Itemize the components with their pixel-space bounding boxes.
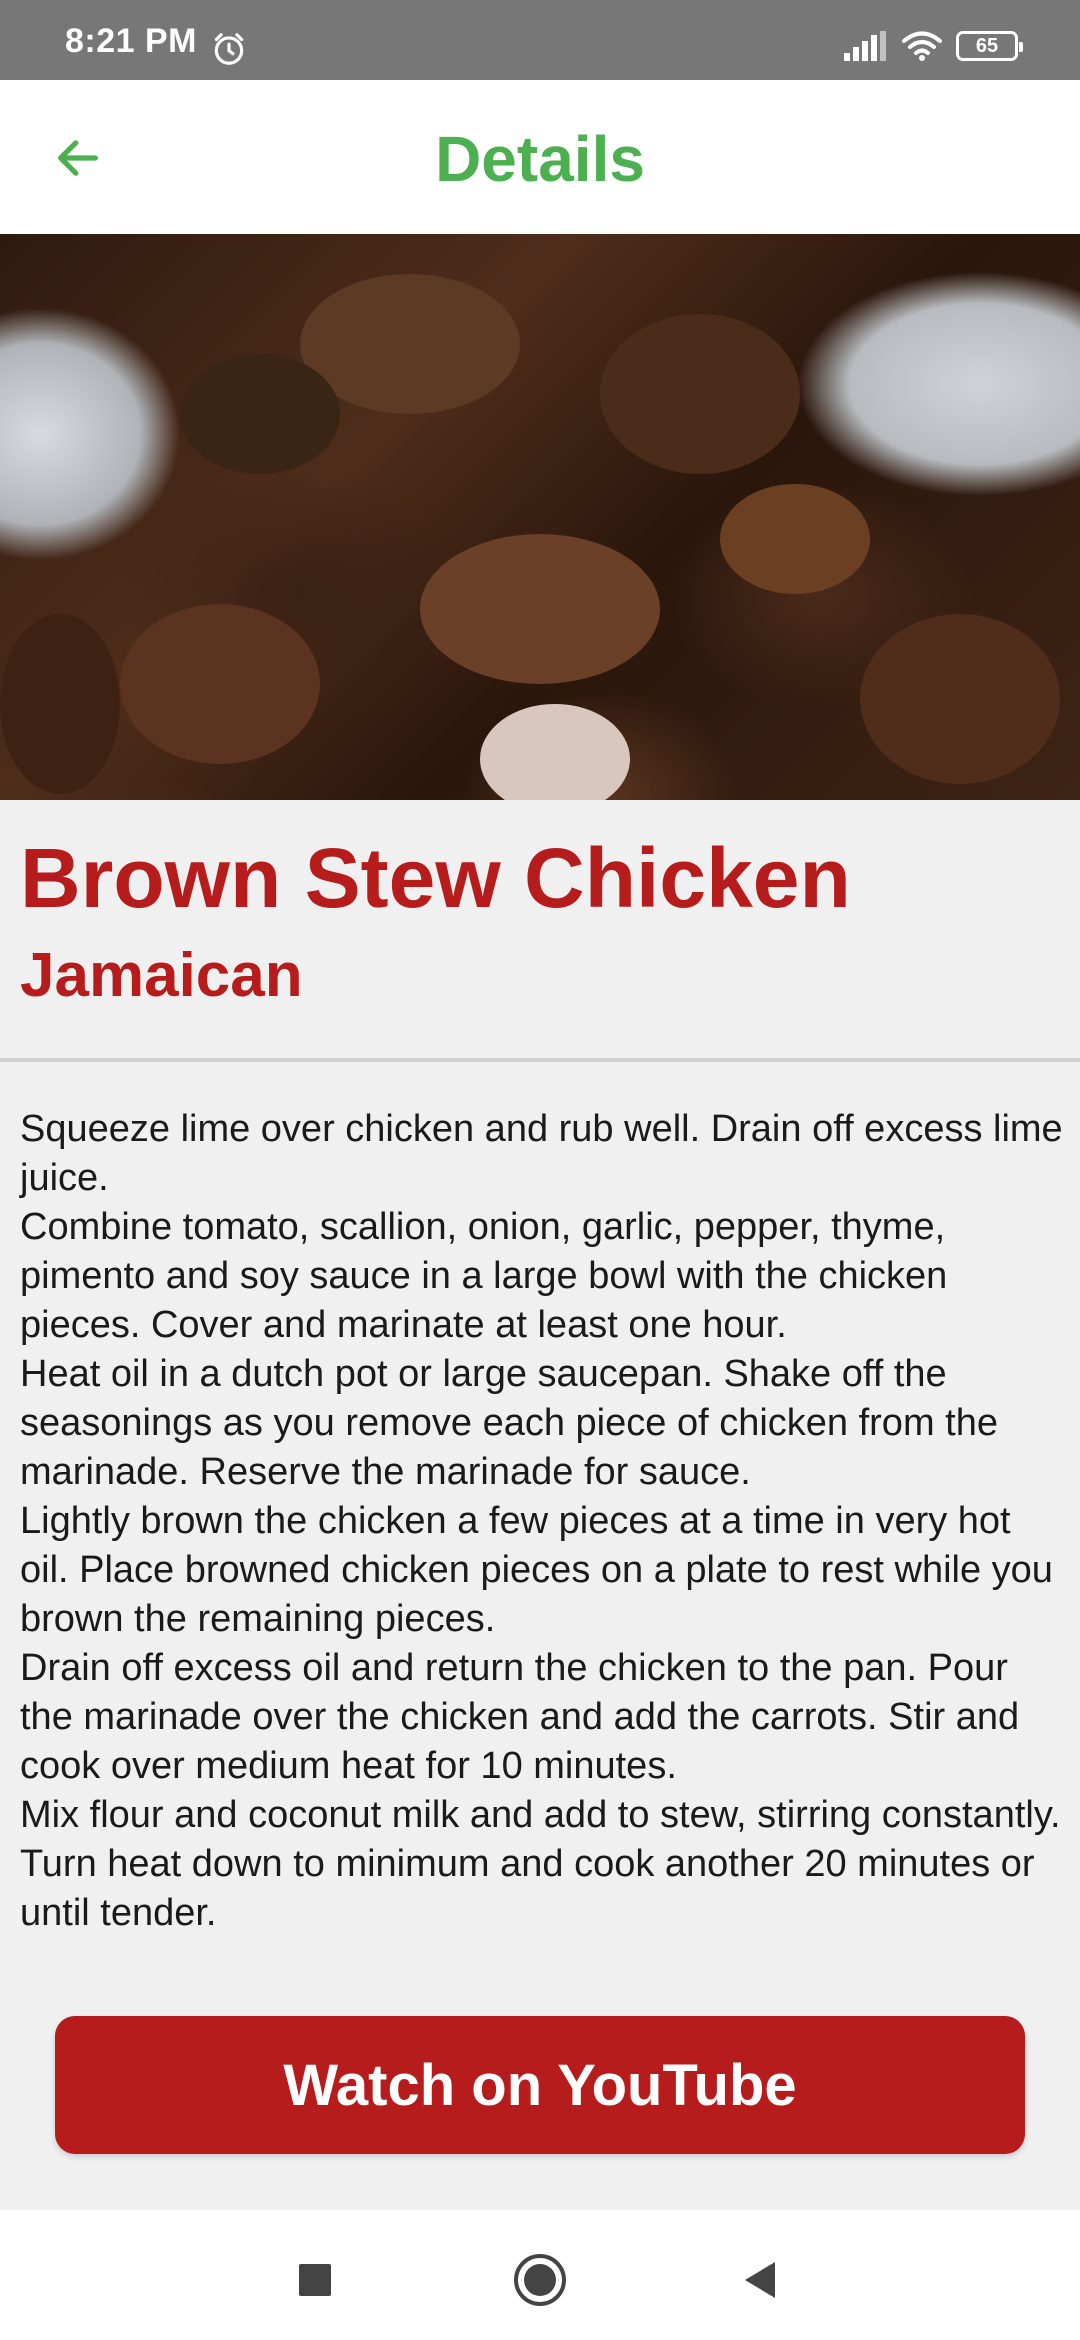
status-bar: 8:21 PM 65	[0, 0, 1080, 80]
status-indicators: 65	[844, 26, 1023, 66]
battery-icon: 65	[956, 31, 1023, 61]
image-detail	[0, 614, 120, 794]
image-detail	[120, 604, 320, 764]
image-detail	[420, 534, 660, 684]
recents-square-icon	[299, 2264, 331, 2296]
recents-button[interactable]	[275, 2240, 355, 2320]
home-circle-icon	[514, 2254, 566, 2306]
nav-back-button[interactable]	[720, 2240, 800, 2320]
watch-youtube-button[interactable]: Watch on YouTube	[55, 2016, 1025, 2154]
home-button[interactable]	[500, 2240, 580, 2320]
image-detail	[480, 704, 630, 800]
divider	[0, 1058, 1080, 1062]
meal-image	[0, 234, 1080, 800]
meal-instructions: Squeeze lime over chicken and rub well. …	[20, 1108, 1063, 1934]
battery-level: 65	[975, 34, 999, 57]
image-detail	[180, 354, 340, 474]
back-triangle-icon	[745, 2262, 775, 2298]
app-bar: Details	[0, 80, 1080, 234]
alarm-icon	[214, 33, 244, 65]
meal-area: Jamaican	[20, 941, 303, 1010]
signal-icon	[844, 31, 886, 61]
image-detail	[860, 614, 1060, 784]
page-title: Details	[435, 123, 645, 195]
meal-name: Brown Stew Chicken	[20, 831, 851, 925]
image-detail	[600, 314, 800, 474]
system-nav-bar	[0, 2210, 1080, 2340]
status-time: 8:21 PM	[65, 22, 197, 60]
image-detail	[720, 484, 870, 594]
wifi-icon	[902, 31, 942, 61]
